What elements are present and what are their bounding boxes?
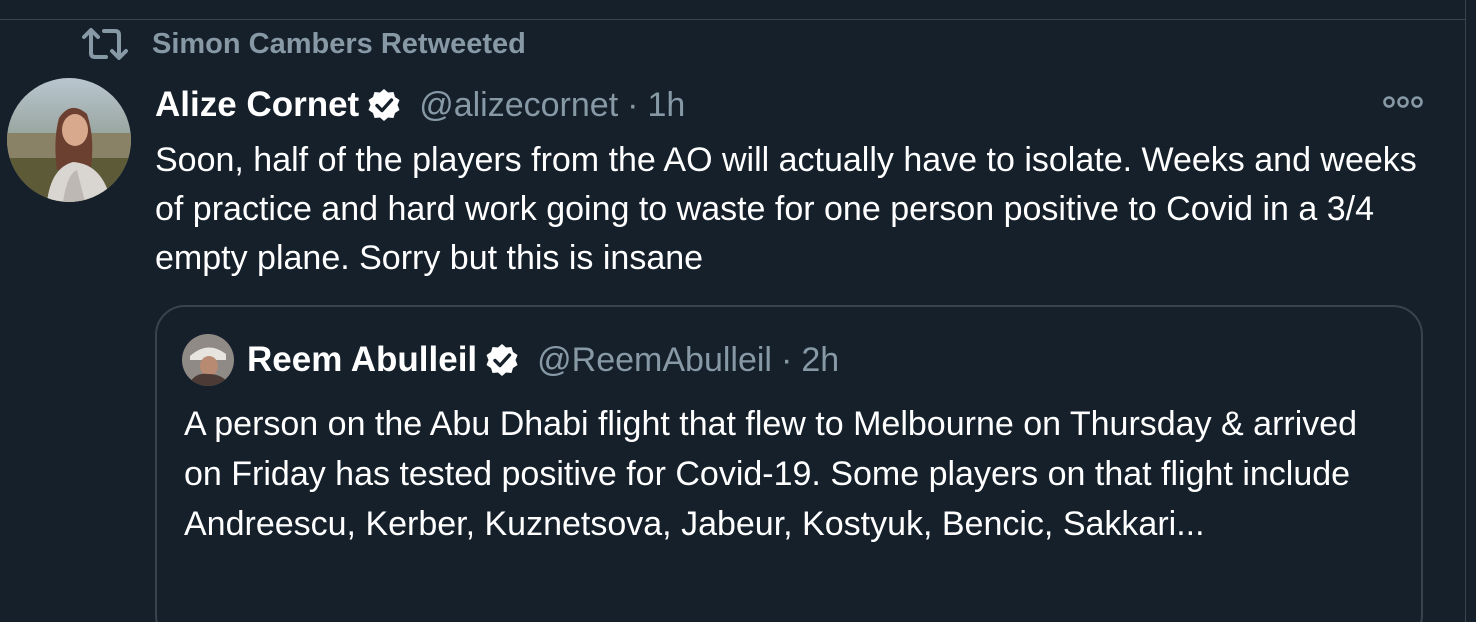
divider [0, 19, 1466, 20]
separator-dot: · [781, 340, 793, 379]
quoted-tweet-timestamp[interactable]: 2h [801, 341, 839, 380]
quoted-avatar[interactable] [182, 334, 234, 386]
author-name[interactable]: Alize Cornet [155, 85, 359, 125]
retweet-context: Simon Cambers Retweeted [80, 24, 526, 64]
quoted-tweet-text: A person on the Abu Dhabi flight that fl… [184, 405, 1358, 543]
quoted-tweet-header: Reem Abulleil @ReemAbulleil · 2h [247, 337, 839, 383]
avatar[interactable] [7, 78, 131, 202]
verified-badge-icon [486, 344, 518, 376]
separator-dot: · [627, 85, 639, 124]
tweet-header: Alize Cornet @alizecornet · 1h [155, 82, 685, 128]
retweet-icon [80, 26, 130, 62]
more-options-icon[interactable] [1380, 88, 1428, 116]
quoted-author-handle[interactable]: @ReemAbulleil [537, 341, 772, 380]
tweet-timeline-item[interactable]: Simon Cambers Retweeted Alize Cornet @al… [0, 0, 1476, 622]
author-handle[interactable]: @alizecornet [419, 86, 618, 125]
retweeted-by-label[interactable]: Simon Cambers Retweeted [152, 28, 526, 61]
column-border [1465, 0, 1466, 622]
quoted-tweet-card[interactable]: Reem Abulleil @ReemAbulleil · 2h A perso… [155, 305, 1423, 622]
tweet-timestamp[interactable]: 1h [647, 86, 685, 125]
quoted-author-name[interactable]: Reem Abulleil [247, 340, 477, 380]
verified-badge-icon [368, 89, 400, 121]
tweet-text: Soon, half of the players from the AO wi… [155, 141, 1417, 277]
